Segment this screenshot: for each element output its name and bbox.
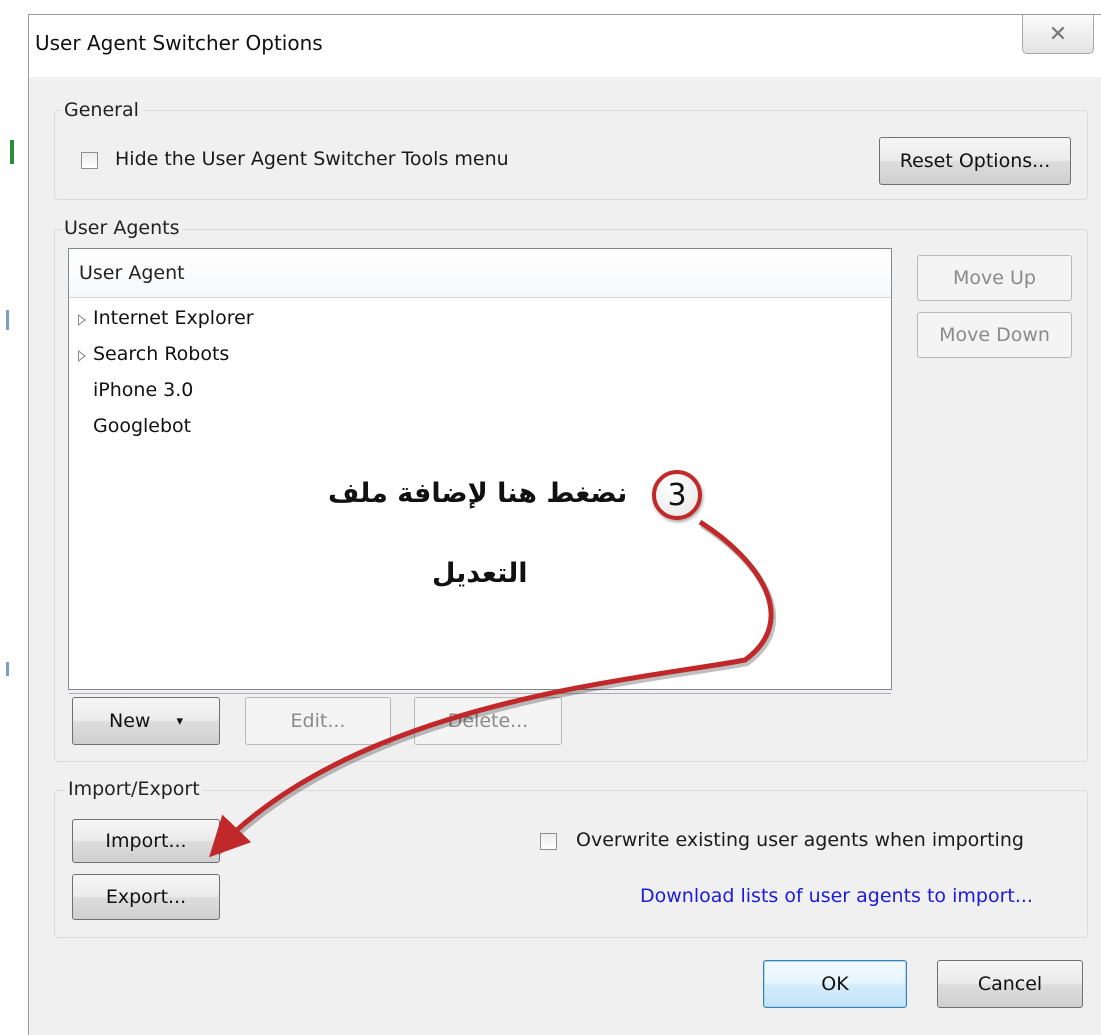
list-item-label: Search Robots	[93, 343, 230, 365]
background-mark	[10, 140, 14, 164]
expand-triangle-icon[interactable]	[78, 314, 86, 326]
list-item[interactable]: iPhone 3.0	[69, 379, 891, 413]
dialog-title: User Agent Switcher Options	[35, 31, 323, 55]
user-agents-group-label: User Agents	[61, 217, 183, 239]
general-group-label: General	[61, 99, 142, 121]
list-item-label: Googlebot	[93, 415, 192, 437]
annotation-text-line2: التعديل	[432, 558, 528, 589]
list-item-label: Internet Explorer	[93, 307, 254, 329]
reset-options-button[interactable]: Reset Options...	[879, 137, 1071, 185]
list-item[interactable]: Internet Explorer	[69, 307, 891, 341]
reset-options-label: Reset Options...	[899, 150, 1051, 172]
background-mark	[6, 662, 9, 676]
list-item[interactable]: Googlebot	[69, 415, 891, 449]
move-up-label: Move Up	[953, 267, 1036, 289]
download-lists-link[interactable]: Download lists of user agents to import.…	[640, 885, 1033, 907]
background-mark	[6, 310, 9, 330]
export-label: Export...	[105, 886, 187, 908]
cancel-label: Cancel	[977, 973, 1043, 995]
close-button[interactable]: ✕	[1022, 15, 1094, 54]
close-icon: ✕	[1048, 21, 1068, 47]
import-button[interactable]: Import...	[72, 819, 220, 863]
step-number-badge: 3	[652, 470, 702, 520]
ok-label: OK	[821, 973, 849, 995]
list-item[interactable]: Search Robots	[69, 343, 891, 377]
delete-button[interactable]: Delete...	[414, 697, 562, 745]
overwrite-label: Overwrite existing user agents when impo…	[576, 829, 1024, 851]
hide-menu-label: Hide the User Agent Switcher Tools menu	[115, 148, 509, 170]
annotation-text-line1: نضغط هنا لإضافة ملف	[328, 478, 628, 509]
move-down-label: Move Down	[939, 324, 1050, 346]
list-separator	[69, 693, 891, 694]
new-label: New	[109, 710, 151, 732]
ok-button[interactable]: OK	[763, 960, 907, 1008]
user-agent-list[interactable]: User Agent Internet Explorer Search Robot…	[68, 248, 892, 694]
cancel-button[interactable]: Cancel	[937, 960, 1083, 1008]
edit-button[interactable]: Edit...	[245, 697, 391, 745]
hide-menu-checkbox[interactable]	[81, 152, 98, 169]
expand-triangle-icon[interactable]	[78, 350, 86, 362]
dropdown-arrow-icon: ▾	[176, 713, 183, 729]
import-export-group-label: Import/Export	[65, 778, 203, 800]
new-button[interactable]: New ▾	[72, 697, 220, 745]
list-item-label: iPhone 3.0	[93, 379, 194, 401]
column-header-label: User Agent	[79, 262, 185, 284]
column-header-user-agent[interactable]: User Agent	[69, 249, 891, 298]
move-down-button[interactable]: Move Down	[917, 312, 1072, 358]
overwrite-checkbox[interactable]	[540, 833, 557, 850]
title-bar: User Agent Switcher Options ✕	[29, 15, 1101, 77]
step-number: 3	[667, 477, 687, 513]
edit-label: Edit...	[290, 710, 346, 732]
move-up-button[interactable]: Move Up	[917, 255, 1072, 301]
delete-label: Delete...	[447, 710, 529, 732]
options-dialog: User Agent Switcher Options ✕ General Hi…	[28, 14, 1101, 1035]
export-button[interactable]: Export...	[72, 874, 220, 920]
import-label: Import...	[105, 830, 187, 852]
